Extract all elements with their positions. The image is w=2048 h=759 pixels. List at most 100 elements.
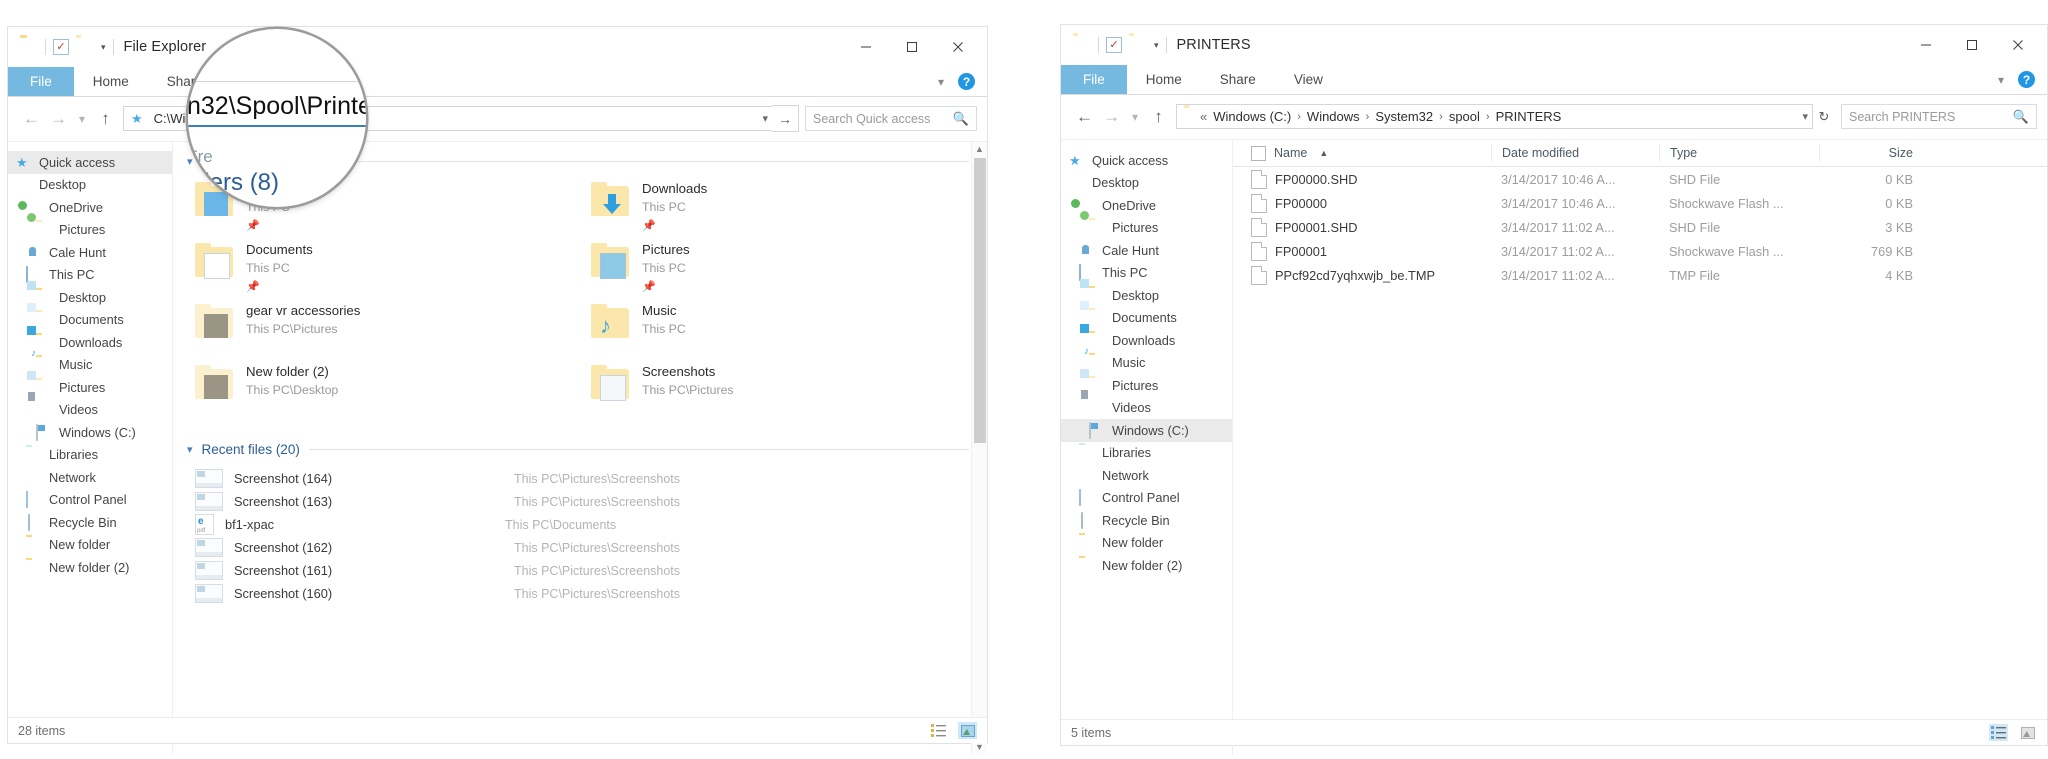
address-dropdown-chevron-icon[interactable]: ▾ [762,112,768,125]
folder-tile[interactable]: DownloadsThis PC📌 [591,180,987,241]
recent-file-row[interactable]: epdfbf1-xpacThis PC\Documents [173,513,987,536]
address-dropdown-chevron-icon[interactable]: ▾ [1802,110,1808,123]
recent-files-header[interactable]: ▾ Recent files (20) [173,436,987,462]
details-view-icon[interactable] [929,722,948,739]
sidebar-item-windows-c[interactable]: Windows (C:) [1061,419,1232,442]
sidebar-item-network[interactable]: Network [1061,464,1232,487]
customize-caret-icon[interactable]: ▾ [101,42,106,53]
folder-tile[interactable]: PicturesThis PC📌 [591,241,987,302]
search-input[interactable]: Search Quick access 🔍 [805,106,977,131]
navigation-pane-right[interactable]: ★Quick accessDesktopOneDrivePicturesCale… [1061,140,1233,756]
address-bar[interactable]: ← → ▾ ↑ ★ C:\Windows ▾ → Search Quick ac… [8,97,987,142]
up-button[interactable]: ↑ [92,106,119,132]
tab-home[interactable]: Home [74,67,148,96]
large-icons-view-icon[interactable] [958,722,977,739]
file-explorer-window-right[interactable]: ✓ ▾ PRINTERS File Home Share View ▾ ? ← … [1060,24,2048,746]
sidebar-item-new-folder[interactable]: New folder [1061,532,1232,555]
cell-name[interactable]: FP00001.SHD [1241,218,1491,237]
properties-checkbox-icon[interactable]: ✓ [53,39,69,55]
tab-file[interactable]: File [8,67,74,96]
large-icons-view-icon[interactable] [2018,724,2037,741]
table-row[interactable]: FP000003/14/2017 10:46 A...Shockwave Fla… [1233,191,2047,215]
address-bar-right[interactable]: ← → ▾ ↑ «Windows (C:)›Windows›System32›s… [1061,95,2047,140]
breadcrumb-item[interactable]: Windows [1302,109,1365,124]
forward-button[interactable]: → [45,106,72,132]
sidebar-item-recycle-bin[interactable]: Recycle Bin [1061,509,1232,532]
sidebar-item-cale-hunt[interactable]: Cale Hunt [8,241,172,264]
folder-tile[interactable]: gear vr accessoriesThis PC\Pictures [195,302,591,363]
navigation-pane[interactable]: ★Quick accessDesktopOneDrivePicturesCale… [8,142,173,754]
search-input[interactable]: Search PRINTERS 🔍 [1841,104,2037,129]
window-controls[interactable] [843,32,981,62]
ribbon-tabs-right[interactable]: File Home Share View ▾ ? [1061,65,2047,95]
scroll-down-icon[interactable]: ▼ [974,742,985,752]
sidebar-item-libraries[interactable]: Libraries [8,444,172,467]
details-view-icon[interactable] [1989,724,2008,741]
content-pane[interactable]: ▾ Frequent folders (8) DesktopThis PC📌Do… [173,142,987,754]
column-header-size[interactable]: Size [1819,144,1929,162]
cell-name[interactable]: FP00001 [1241,242,1491,261]
tab-share[interactable]: Share [1201,65,1275,94]
sidebar-item-quick-access[interactable]: ★Quick access [1061,149,1232,172]
table-row[interactable]: FP000013/14/2017 11:02 A...Shockwave Fla… [1233,239,2047,263]
sidebar-item-new-folder-2[interactable]: New folder (2) [1061,554,1232,577]
maximize-icon[interactable] [1949,30,1995,60]
breadcrumb-item[interactable]: spool [1444,109,1485,124]
go-button[interactable]: → [772,105,799,132]
sidebar-item-control-panel[interactable]: Control Panel [1061,487,1232,510]
table-row[interactable]: FP00000.SHD3/14/2017 10:46 A...SHD File0… [1233,167,2047,191]
forward-button[interactable]: → [1098,104,1125,130]
refresh-icon[interactable]: ↻ [1813,109,1835,125]
expand-ribbon-chevron-icon[interactable]: ▾ [1998,73,2004,87]
folder-tile[interactable]: ♪MusicThis PC [591,302,987,363]
sidebar-item-videos[interactable]: Videos [1061,397,1232,420]
new-folder-icon[interactable] [76,38,94,56]
sidebar-item-new-folder-2[interactable]: New folder (2) [8,556,172,579]
minimize-icon[interactable] [1903,30,1949,60]
breadcrumb-overflow-icon[interactable]: « [1199,109,1208,124]
customize-caret-icon[interactable]: ▾ [1154,40,1159,51]
tab-view[interactable]: View [1275,65,1342,94]
tab-file[interactable]: File [1061,65,1127,94]
sidebar-item-network[interactable]: Network [8,466,172,489]
recent-locations-chevron-icon[interactable]: ▾ [1125,104,1145,130]
sidebar-item-new-folder[interactable]: New folder [8,534,172,557]
recent-file-row[interactable]: Screenshot (163)This PC\Pictures\Screens… [173,490,987,513]
breadcrumb-item[interactable]: System32 [1370,109,1438,124]
quick-access-toolbar-right[interactable]: ✓ ▾ [1073,36,1167,54]
minimize-icon[interactable] [843,32,889,62]
sidebar-item-desktop[interactable]: Desktop [8,174,172,197]
help-icon[interactable]: ? [2018,71,2035,88]
recent-file-row[interactable]: Screenshot (162)This PC\Pictures\Screens… [173,536,987,559]
content-pane-right[interactable]: Name ▲ Date modified Type Size FP00000.S… [1233,140,2047,756]
scrollbar-thumb[interactable] [974,158,986,443]
column-header-date[interactable]: Date modified [1491,144,1659,162]
up-button[interactable]: ↑ [1145,104,1172,130]
sidebar-item-recycle-bin[interactable]: Recycle Bin [8,511,172,534]
back-button[interactable]: ← [18,106,45,132]
column-headers[interactable]: Name ▲ Date modified Type Size [1233,140,2047,167]
tab-home[interactable]: Home [1127,65,1201,94]
close-icon[interactable] [1995,30,2041,60]
breadcrumb-item[interactable]: PRINTERS [1491,109,1567,124]
ribbon-tabs[interactable]: File Home Share View ▾ ? [8,67,987,97]
close-icon[interactable] [935,32,981,62]
sidebar-item-control-panel[interactable]: Control Panel [8,489,172,512]
column-header-type[interactable]: Type [1659,144,1819,162]
quick-access-toolbar[interactable]: ✓ ▾ [20,38,114,56]
sidebar-item-libraries[interactable]: Libraries [1061,442,1232,465]
help-icon[interactable]: ? [958,73,975,90]
sidebar-item-desktop[interactable]: Desktop [1061,172,1232,195]
back-button[interactable]: ← [1071,104,1098,130]
sidebar-item-pictures[interactable]: Pictures [8,219,172,242]
window-controls-right[interactable] [1903,30,2041,60]
frequent-folders-grid[interactable]: DesktopThis PC📌DownloadsThis PC📌Document… [173,174,987,424]
folder-tile[interactable]: New folder (2)This PC\Desktop [195,363,591,424]
file-explorer-window-left[interactable]: ✓ ▾ File Explorer File Home Share View ▾… [7,26,988,744]
cell-name[interactable]: FP00000.SHD [1241,170,1491,189]
table-row[interactable]: FP00001.SHD3/14/2017 11:02 A...SHD File3… [1233,215,2047,239]
sidebar-item-windows-c[interactable]: Windows (C:) [8,421,172,444]
recent-locations-chevron-icon[interactable]: ▾ [72,106,92,132]
view-buttons-right[interactable] [1989,724,2037,741]
folder-tile[interactable]: DocumentsThis PC📌 [195,241,591,302]
